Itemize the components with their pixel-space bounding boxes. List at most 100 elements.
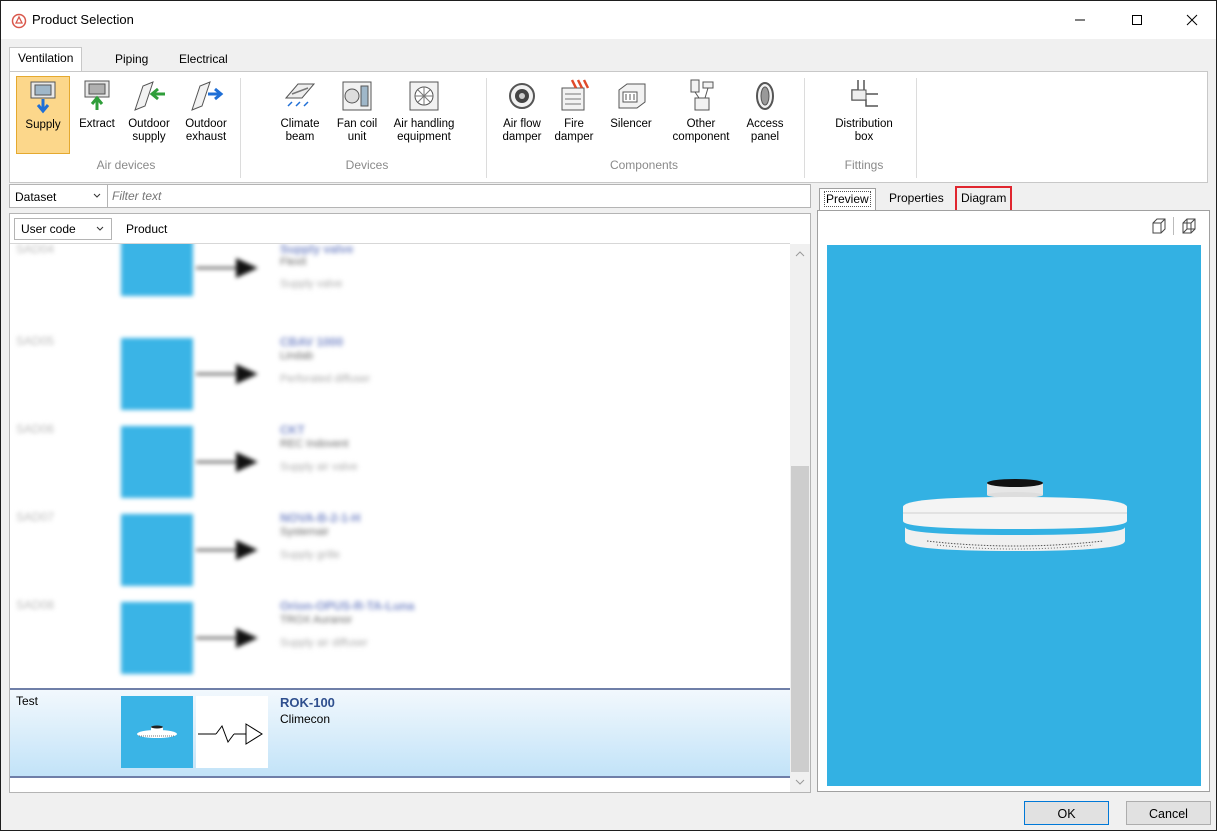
distribution-box-icon (851, 80, 878, 107)
diagram-symbol (196, 696, 268, 768)
filter-text-input[interactable] (107, 185, 810, 207)
chevron-down-icon[interactable] (92, 191, 102, 201)
group-label-devices: Devices (345, 158, 389, 172)
cancel-button[interactable]: Cancel (1126, 801, 1211, 825)
diffuser-symbol-icon (198, 723, 263, 745)
climate-beam-label-1: Climate (280, 118, 320, 130)
air-flow-damper-button[interactable]: Air flow damper (496, 76, 548, 154)
product-thumbnail (121, 426, 193, 498)
product-selection-window: Product Selection Ventilation Piping Ele… (0, 0, 1217, 831)
view-separator (1173, 217, 1174, 235)
tab-ventilation[interactable]: Ventilation (9, 47, 83, 73)
outdoor-exhaust-label-2: exhaust (185, 130, 227, 143)
air-handling-label-1: Air handling (393, 118, 455, 130)
distribution-box-button[interactable]: Distribution box (824, 76, 904, 154)
silencer-button[interactable]: Silencer (602, 76, 660, 154)
3d-preview[interactable] (827, 245, 1201, 786)
fan-coil-button[interactable]: Fan coil unit (332, 76, 382, 154)
list-header: User code Product (10, 214, 790, 244)
tab-preview[interactable]: Preview (819, 188, 876, 210)
group-separator (240, 78, 241, 178)
group-label-fittings: Fittings (844, 158, 884, 172)
tab-diagram[interactable]: Diagram (954, 186, 1013, 212)
distribution-box-label-1: Distribution (835, 118, 893, 130)
close-button[interactable] (1169, 1, 1215, 39)
scrollbar-thumb[interactable] (791, 466, 809, 772)
row-product-type: Supply grille (280, 549, 340, 561)
product-column-header: Product (126, 222, 168, 236)
ribbon-toolbar: Supply Extract Outdoor supply Outdoor ex… (9, 71, 1208, 183)
tab-properties[interactable]: Properties (885, 188, 948, 210)
box-view-icon[interactable] (1149, 217, 1169, 235)
other-component-icon (690, 79, 714, 111)
row-user-code: SAD07 (16, 510, 55, 524)
arrow-symbol-icon (196, 540, 258, 560)
product-list: User code Product SAD04 Supply valve Fle… (9, 213, 811, 793)
scroll-up-icon[interactable] (790, 246, 810, 262)
supply-icon (30, 81, 56, 114)
row-product-name: CKT (280, 423, 305, 437)
tab-piping[interactable]: Piping (107, 49, 156, 71)
row-user-code: SAD05 (16, 334, 55, 348)
supply-button[interactable]: Supply (16, 76, 70, 154)
supply-label: Supply (25, 119, 61, 131)
extract-button[interactable]: Extract (72, 76, 122, 154)
list-item[interactable]: SAD08 Orion-OPUS-R-TA-Luna TROX Auranor … (10, 596, 790, 686)
list-scrollbar[interactable] (790, 244, 810, 792)
climate-beam-icon (284, 83, 316, 107)
list-item[interactable]: SAD06 CKT REC Indovent Supply air valve (10, 420, 790, 510)
list-item[interactable]: SAD07 NOVA-B-2-1-H Systemair Supply gril… (10, 508, 790, 598)
detail-panel: Preview Properties Diagram (817, 184, 1210, 792)
outdoor-supply-label-2: supply (132, 130, 166, 143)
fire-damper-label-2: damper (554, 130, 594, 143)
app-logo-icon (11, 13, 27, 29)
distribution-box-label-2: box (854, 130, 874, 143)
arrow-symbol-icon (196, 628, 258, 648)
list-item[interactable]: SAD04 Supply valve Flexit Supply valve (10, 244, 790, 300)
climate-beam-button[interactable]: Climate beam (272, 76, 328, 154)
selected-product-maker: Climecon (280, 712, 331, 726)
access-panel-button[interactable]: Access panel (740, 76, 790, 154)
fire-damper-button[interactable]: Fire damper (550, 76, 598, 154)
access-panel-label-1: Access (746, 118, 784, 130)
selected-list-item[interactable]: Test ROK-100 Climecon (10, 688, 790, 778)
window-title: Product Selection (32, 12, 134, 27)
outdoor-supply-button[interactable]: Outdoor supply (124, 76, 174, 154)
preview-area (817, 210, 1210, 792)
fan-coil-icon (342, 81, 372, 111)
access-panel-label-2: panel (750, 130, 780, 143)
air-handling-button[interactable]: Air handling equipment (386, 76, 462, 154)
wireframe-view-icon[interactable] (1179, 217, 1199, 235)
diffuser-thumbnail-icon (137, 725, 177, 738)
row-product-name: Supply valve (280, 244, 354, 256)
close-icon (1186, 14, 1198, 26)
extract-label: Extract (79, 118, 115, 130)
tab-electrical[interactable]: Electrical (171, 49, 236, 71)
other-component-label-1: Other (686, 118, 716, 130)
row-product-type: Supply air diffuser (280, 637, 368, 649)
outdoor-exhaust-label-1: Outdoor (185, 118, 227, 130)
climate-beam-label-2: beam (285, 130, 315, 143)
other-component-button[interactable]: Other component (666, 76, 736, 154)
product-list-panel: Dataset User code Product SAD04 Supply v… (9, 184, 811, 793)
tab-preview-label: Preview (824, 191, 871, 207)
outdoor-exhaust-button[interactable]: Outdoor exhaust (178, 76, 234, 154)
group-label-components: Components (609, 158, 679, 172)
product-thumbnail (121, 244, 193, 296)
row-product-maker: TROX Auranor (280, 614, 353, 626)
fire-damper-label-1: Fire (564, 118, 584, 130)
ok-button[interactable]: OK (1024, 801, 1109, 825)
arrow-symbol-icon (196, 452, 258, 472)
user-code-column-dropdown[interactable]: User code (14, 218, 112, 240)
scroll-down-icon[interactable] (790, 774, 810, 790)
row-user-code: SAD08 (16, 598, 55, 612)
category-tabs: Ventilation Piping Electrical (1, 45, 1216, 73)
user-code-label: User code (21, 222, 76, 236)
maximize-button[interactable] (1114, 1, 1160, 39)
silencer-label: Silencer (610, 118, 652, 130)
list-item[interactable]: SAD05 CBAV 1000 Lindab Perforated diffus… (10, 332, 790, 422)
row-user-code: SAD06 (16, 422, 55, 436)
minimize-button[interactable] (1057, 1, 1103, 39)
dataset-dropdown[interactable]: Dataset (15, 190, 56, 204)
group-separator (804, 78, 805, 178)
